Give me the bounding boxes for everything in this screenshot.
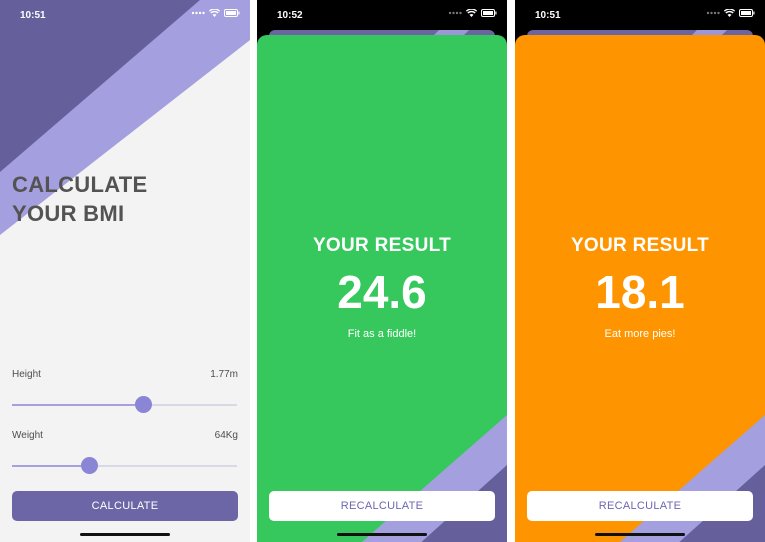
wifi-icon: [466, 9, 477, 17]
bmi-value: 18.1: [595, 266, 685, 318]
result-card: YOUR RESULT 18.1 Eat more pies! RECALCUL…: [515, 35, 765, 542]
wifi-icon: [209, 9, 220, 17]
diagonal-background: [0, 0, 250, 235]
calculator-screen: 10:51 CALCULATE YOUR BMI Height 1.77m We…: [0, 0, 250, 542]
status-bar: 10:51: [515, 0, 765, 30]
result-screen-normal: 10:52 YOUR RESULT 24.6 Fit as a fiddle! …: [257, 0, 507, 542]
status-bar: 10:52: [257, 0, 507, 30]
height-value: 1.77m: [210, 369, 238, 380]
height-label: Height: [12, 369, 41, 380]
weight-slider-thumb[interactable]: [81, 457, 98, 474]
height-slider-fill: [12, 404, 143, 406]
result-title: YOUR RESULT: [570, 235, 710, 256]
result-message: Eat more pies!: [604, 328, 676, 340]
weight-slider[interactable]: [12, 457, 237, 474]
battery-icon: [224, 9, 240, 17]
wifi-icon: [724, 9, 735, 17]
weight-label: Weight: [12, 430, 43, 441]
result-title: YOUR RESULT: [312, 235, 452, 256]
result-message: Fit as a fiddle!: [347, 328, 417, 340]
calculate-button[interactable]: CALCULATE: [12, 491, 238, 521]
battery-icon: [481, 9, 497, 17]
result-card: YOUR RESULT 24.6 Fit as a fiddle! RECALC…: [257, 35, 507, 542]
recalculate-button[interactable]: RECALCULATE: [527, 491, 753, 521]
height-slider-thumb[interactable]: [135, 396, 152, 413]
status-time: 10:51: [20, 10, 46, 21]
weight-slider-fill: [12, 465, 89, 467]
home-indicator[interactable]: [80, 533, 170, 536]
page-title: CALCULATE YOUR BMI: [12, 172, 148, 226]
status-time: 10:52: [277, 10, 303, 21]
height-slider[interactable]: [12, 396, 237, 413]
battery-icon: [739, 9, 755, 17]
status-time: 10:51: [535, 10, 561, 21]
status-bar: 10:51: [0, 0, 250, 30]
home-indicator[interactable]: [337, 533, 427, 536]
signal-dots-icon: [191, 11, 205, 15]
result-screen-underweight: 10:51 YOUR RESULT 18.1 Eat more pies! RE…: [515, 0, 765, 542]
weight-value: 64Kg: [214, 430, 238, 441]
home-indicator[interactable]: [595, 533, 685, 536]
recalculate-button[interactable]: RECALCULATE: [269, 491, 495, 521]
signal-dots-icon: [706, 11, 720, 15]
bmi-value: 24.6: [337, 266, 427, 318]
signal-dots-icon: [448, 11, 462, 15]
